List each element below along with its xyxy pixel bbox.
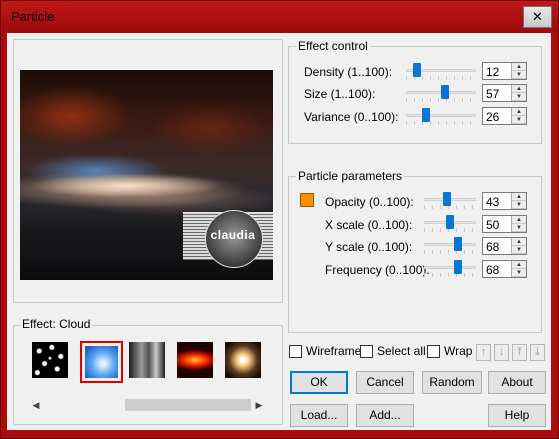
density-slider[interactable] [406, 62, 476, 80]
density-input[interactable]: 12 ▲ ▼ [482, 62, 527, 80]
y-scale-spinner[interactable]: ▲ ▼ [511, 238, 526, 254]
spin-down-icon[interactable]: ▼ [512, 201, 526, 209]
spin-up-icon[interactable]: ▲ [512, 63, 526, 71]
effect-thumb-fire[interactable] [177, 342, 213, 378]
y-scale-label: Y scale (0..100): [325, 240, 413, 254]
density-slider-knob[interactable] [413, 63, 421, 77]
load-button[interactable]: Load... [290, 404, 348, 427]
density-spinner[interactable]: ▲ ▼ [511, 63, 526, 79]
spin-up-icon[interactable]: ▲ [512, 85, 526, 93]
opacity-slider[interactable] [424, 191, 476, 209]
help-button[interactable]: Help [488, 404, 546, 427]
x-scale-label: X scale (0..100): [325, 218, 413, 232]
spin-up-icon[interactable]: ▲ [512, 108, 526, 116]
arrow-up-icon[interactable]: ↑ [476, 344, 491, 361]
spin-down-icon[interactable]: ▼ [512, 224, 526, 232]
close-button[interactable]: ✕ [523, 6, 552, 28]
wireframe-checkbox[interactable]: Wireframe [289, 344, 361, 360]
frequency-input[interactable]: 68 ▲ ▼ [482, 260, 527, 278]
effect-thumb-sparkle[interactable] [225, 342, 261, 378]
spin-down-icon[interactable]: ▼ [512, 71, 526, 79]
spin-up-icon[interactable]: ▲ [512, 261, 526, 269]
watermark-text: claudia [210, 228, 256, 242]
spin-down-icon[interactable]: ▼ [512, 116, 526, 124]
frequency-slider[interactable] [424, 259, 476, 277]
effect-control-title: Effect control [296, 39, 370, 53]
opacity-spinner[interactable]: ▲ ▼ [511, 193, 526, 209]
effect-thumb-smoke[interactable] [129, 342, 165, 378]
particle-color-swatch[interactable] [300, 193, 314, 207]
x-scale-slider[interactable] [424, 214, 476, 232]
ok-button[interactable]: OK [290, 371, 348, 394]
about-button[interactable]: About [488, 371, 546, 394]
arrow-down-icon[interactable]: ↓ [494, 344, 509, 361]
variance-input[interactable]: 26 ▲ ▼ [482, 107, 527, 125]
effect-thumb-cloud[interactable] [80, 341, 123, 383]
particle-parameters-title: Particle parameters [296, 169, 405, 183]
opacity-label: Opacity (0..100): [325, 195, 414, 209]
x-scale-input[interactable]: 50 ▲ ▼ [482, 215, 527, 233]
spin-down-icon[interactable]: ▼ [512, 269, 526, 277]
y-scale-slider[interactable] [424, 236, 476, 254]
frequency-spinner[interactable]: ▲ ▼ [511, 261, 526, 277]
preview-image: claudia [20, 70, 273, 280]
scroll-right-icon[interactable]: ▶ [251, 397, 267, 413]
title-bar[interactable]: Particle ✕ [1, 1, 558, 33]
variance-spinner[interactable]: ▲ ▼ [511, 108, 526, 124]
size-input[interactable]: 57 ▲ ▼ [482, 84, 527, 102]
wrap-checkbox[interactable]: Wrap [427, 344, 472, 360]
spin-up-icon[interactable]: ▲ [512, 216, 526, 224]
arrow-bottom-icon[interactable]: ⤓ [530, 344, 545, 361]
opacity-slider-knob[interactable] [443, 192, 451, 206]
select-all-checkbox[interactable]: Select all [360, 344, 426, 360]
scroll-left-icon[interactable]: ◀ [28, 397, 44, 413]
size-spinner[interactable]: ▲ ▼ [511, 85, 526, 101]
y-scale-input[interactable]: 68 ▲ ▼ [482, 237, 527, 255]
random-button[interactable]: Random [422, 371, 482, 394]
variance-label: Variance (0..100): [304, 110, 399, 124]
frequency-slider-knob[interactable] [454, 260, 462, 274]
frequency-label: Frequency (0..100): [325, 263, 430, 277]
y-scale-slider-knob[interactable] [454, 237, 462, 251]
window-title: Particle [11, 9, 55, 24]
effect-scrollbar[interactable]: ◀ ▶ [28, 397, 267, 413]
watermark-logo: claudia [183, 210, 273, 268]
effect-thumb-stars[interactable] [32, 342, 68, 378]
add-button[interactable]: Add... [356, 404, 414, 427]
cancel-button[interactable]: Cancel [356, 371, 414, 394]
size-slider[interactable] [406, 84, 476, 102]
spin-up-icon[interactable]: ▲ [512, 193, 526, 201]
close-icon: ✕ [532, 9, 543, 24]
arrow-top-icon[interactable]: ⤒ [512, 344, 527, 361]
x-scale-slider-knob[interactable] [446, 215, 454, 229]
spin-up-icon[interactable]: ▲ [512, 238, 526, 246]
variance-slider[interactable] [406, 107, 476, 125]
spin-down-icon[interactable]: ▼ [512, 93, 526, 101]
size-label: Size (1..100): [304, 87, 376, 101]
size-slider-knob[interactable] [441, 85, 449, 99]
effect-group-label: Effect: Cloud [20, 317, 93, 331]
spin-down-icon[interactable]: ▼ [512, 246, 526, 254]
scroll-thumb[interactable] [125, 399, 251, 411]
density-label: Density (1..100): [304, 65, 393, 79]
x-scale-spinner[interactable]: ▲ ▼ [511, 216, 526, 232]
variance-slider-knob[interactable] [422, 108, 430, 122]
opacity-input[interactable]: 43 ▲ ▼ [482, 192, 527, 210]
